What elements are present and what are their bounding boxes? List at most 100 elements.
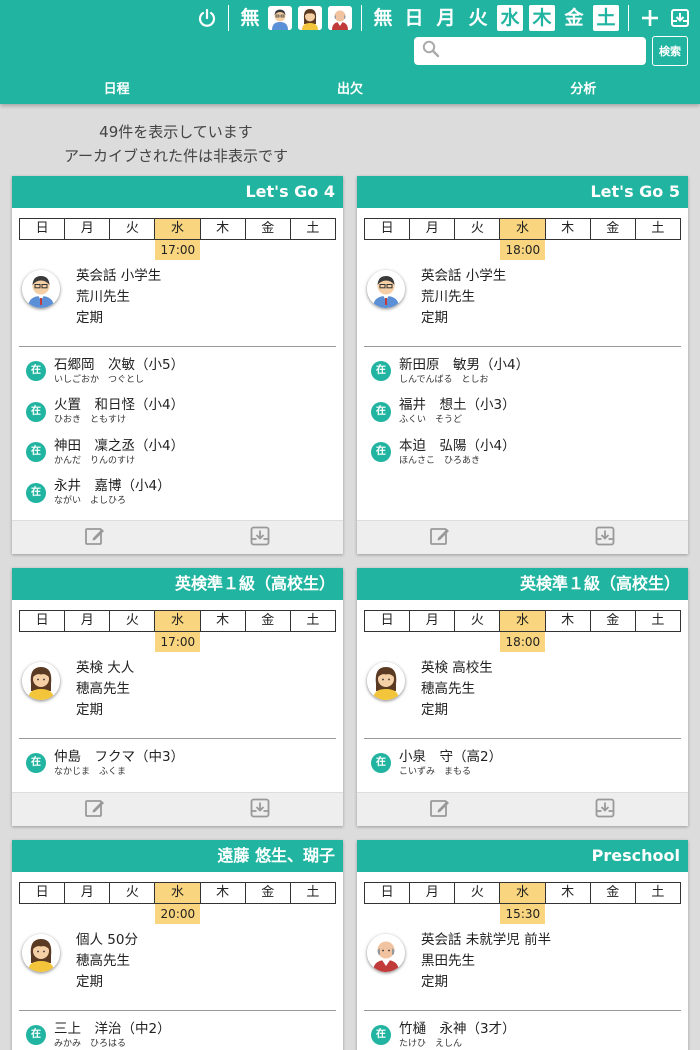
teacher-avatar-male-icon[interactable]: [268, 6, 292, 30]
class-name: 英検 大人: [76, 660, 135, 676]
day-cell: 火: [454, 883, 499, 903]
class-card[interactable]: Let's Go 5 日月火水木金土 18:00 英会話 小学生 荒川先生 定期…: [357, 176, 688, 554]
add-icon[interactable]: [638, 6, 662, 30]
search-box[interactable]: [414, 37, 646, 65]
status-badge: 在: [371, 1025, 391, 1046]
power-icon[interactable]: [195, 6, 219, 30]
toolbar-separator: [628, 5, 629, 31]
teacher-avatar-female-icon[interactable]: [298, 6, 322, 30]
edit-button[interactable]: [357, 793, 523, 826]
teacher-avatar-icon: [367, 662, 405, 700]
student-list: 在 石郷岡 次敏（小5） いしごおか つぐとし 在 火置 和日怪（小4） ひおき…: [12, 351, 343, 513]
student-kana: ふくい そうど: [399, 415, 463, 426]
day-cell: 日: [35, 885, 49, 900]
archive-button[interactable]: [523, 793, 689, 826]
card-title: 英検準１級（高校生）: [12, 568, 343, 600]
filter-day-sat[interactable]: 土: [593, 5, 619, 31]
day-cell: 日: [35, 221, 49, 236]
day-cell: 水: [499, 219, 545, 239]
edit-button[interactable]: [12, 793, 178, 826]
student-kana: しんでんばる としお: [399, 374, 489, 385]
filter-day-mon[interactable]: 月: [433, 5, 459, 31]
student-item[interactable]: 在 神田 凜之丞（小4） かんだ りんのすけ: [26, 432, 343, 473]
archive-button[interactable]: [178, 521, 344, 554]
edit-button[interactable]: [12, 521, 178, 554]
filter-day-tue[interactable]: 火: [465, 5, 491, 31]
student-item[interactable]: 在 本迫 弘陽（小4） ほんさこ ひろあき: [371, 432, 688, 473]
class-card[interactable]: Preschool 日月火水木金土 15:30 英会話 未就学児 前半 黒田先生…: [357, 840, 688, 1050]
student-item[interactable]: 在 竹樋 永神（3才） たけひ えしん: [371, 1015, 688, 1050]
status-badge: 在: [371, 401, 391, 422]
teacher-block: 個人 50分 穂高先生 定期: [12, 930, 343, 1004]
status-badge: 在: [371, 442, 391, 463]
teacher-name: 穂高先生: [76, 681, 130, 697]
tab-schedule[interactable]: 日程: [0, 78, 233, 97]
filter-day-wed[interactable]: 水: [497, 5, 523, 31]
student-name: 新田原 敏男（小4）: [399, 356, 530, 373]
day-cell: 火: [454, 219, 499, 239]
class-type: 定期: [421, 974, 448, 990]
class-card[interactable]: 英検準１級（高校生） 日月火水木金土 17:00 英検 大人 穂高先生 定期 在…: [12, 568, 343, 826]
weekday-row: 日月火水木金土: [19, 610, 336, 632]
student-item[interactable]: 在 石郷岡 次敏（小5） いしごおか つぐとし: [26, 351, 343, 392]
student-kana: ながい よしひろ: [54, 496, 127, 507]
filter-day-fri[interactable]: 金: [561, 5, 587, 31]
archive-button[interactable]: [178, 793, 344, 826]
filter-day-sun[interactable]: 日: [401, 5, 427, 31]
class-card[interactable]: Let's Go 4 日月火水木金土 17:00 英会話 小学生 荒川先生 定期…: [12, 176, 343, 554]
teacher-avatar-icon: [22, 934, 60, 972]
student-name: 火置 和日怪（小4）: [54, 397, 185, 414]
class-name: 英会話 小学生: [76, 268, 162, 284]
student-list: 在 新田原 敏男（小4） しんでんばる としお 在 福井 想土（小3） ふくい …: [357, 351, 688, 473]
day-cell: 日: [35, 613, 49, 628]
student-item[interactable]: 在 永井 嘉博（小4） ながい よしひろ: [26, 473, 343, 514]
student-item[interactable]: 在 小泉 守（高2） こいずみ まもる: [371, 743, 688, 784]
class-card[interactable]: 英検準１級（高校生） 日月火水木金土 18:00 英検 高校生 穂高先生 定期 …: [357, 568, 688, 826]
class-type: 定期: [76, 974, 103, 990]
status-badge: 在: [371, 361, 391, 382]
archive-button[interactable]: [523, 521, 689, 554]
student-kana: たけひ えしん: [399, 1038, 463, 1049]
status-badge: 在: [26, 401, 46, 422]
day-cell: 月: [409, 611, 454, 631]
main-nav: 日程 出欠 分析: [0, 78, 700, 97]
teacher-avatar-bald-icon[interactable]: [328, 6, 352, 30]
student-list: 在 三上 洋治（中2） みかみ ひろはる: [12, 1015, 343, 1050]
card-title: 遠藤 悠生、瑚子: [12, 840, 343, 872]
class-type: 定期: [76, 310, 103, 326]
tab-attendance[interactable]: 出欠: [233, 78, 466, 97]
search-input[interactable]: [446, 39, 646, 63]
weekday-row: 日月火水木金土: [364, 610, 681, 632]
student-item[interactable]: 在 仲島 フクマ（中3） なかじま ふくま: [26, 743, 343, 784]
card-title: Let's Go 5: [357, 176, 688, 208]
status-badge: 在: [26, 1025, 46, 1046]
weekday-row: 日月火水木金土: [19, 882, 336, 904]
student-kana: かんだ りんのすけ: [54, 455, 136, 466]
day-cell: 水: [154, 611, 200, 631]
edit-button[interactable]: [357, 521, 523, 554]
class-card[interactable]: 遠藤 悠生、瑚子 日月火水木金土 20:00 個人 50分 穂高先生 定期 在 …: [12, 840, 343, 1050]
student-item[interactable]: 在 三上 洋治（中2） みかみ ひろはる: [26, 1015, 343, 1050]
day-cell: 金: [244, 883, 290, 903]
student-item[interactable]: 在 福井 想土（小3） ふくい そうど: [371, 392, 688, 433]
student-item[interactable]: 在 火置 和日怪（小4） ひおき ともすけ: [26, 392, 343, 433]
filter-no-teacher[interactable]: 無: [238, 5, 262, 31]
card-footer: [357, 792, 688, 826]
student-item[interactable]: 在 新田原 敏男（小4） しんでんばる としお: [371, 351, 688, 392]
day-cell: 水: [499, 883, 545, 903]
teacher-name: 荒川先生: [421, 289, 475, 305]
day-cell: 金: [244, 611, 290, 631]
card-title: 英検準１級（高校生）: [357, 568, 688, 600]
filter-no-day[interactable]: 無: [371, 5, 395, 31]
filter-day-thu[interactable]: 木: [529, 5, 555, 31]
toolbar-separator: [228, 5, 229, 31]
tab-analysis[interactable]: 分析: [467, 78, 700, 97]
search-button[interactable]: 検索: [652, 36, 688, 66]
student-name: 小泉 守（高2）: [399, 748, 503, 765]
class-time: 18:00: [500, 240, 546, 260]
day-cell: 月: [64, 883, 109, 903]
day-cell: 月: [64, 219, 109, 239]
status-badge: 在: [26, 361, 46, 382]
archive-icon[interactable]: [668, 6, 692, 30]
status-badge: 在: [26, 753, 46, 774]
